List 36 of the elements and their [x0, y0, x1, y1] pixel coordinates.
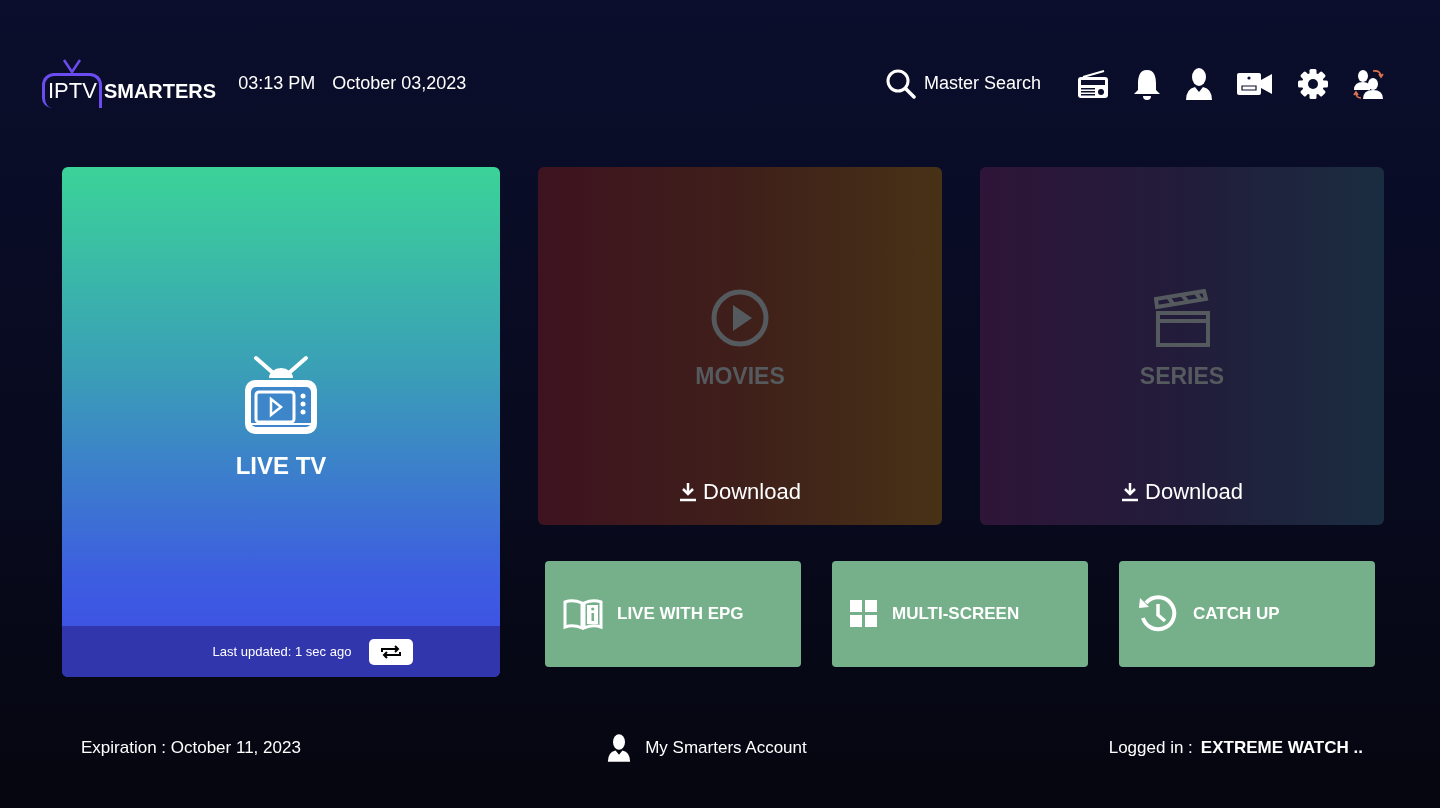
radio-icon[interactable]: [1077, 68, 1109, 99]
video-camera-icon[interactable]: [1237, 71, 1273, 96]
search-icon: [885, 68, 916, 99]
card-title: SERIES: [1139, 363, 1225, 390]
book-info-icon: [563, 598, 603, 630]
user-icon: [607, 734, 632, 762]
card-title: MOVIES: [695, 363, 785, 390]
current-date: October 03,2023: [332, 73, 467, 94]
download-icon: [1121, 482, 1140, 502]
logged-in-user: EXTREME WATCH ..: [1200, 738, 1363, 758]
clock-time: 03:13 PM: [238, 73, 316, 94]
clapperboard-icon: [1154, 289, 1210, 347]
tv-icon: [242, 353, 320, 436]
settings-icon[interactable]: [1297, 67, 1329, 100]
last-updated-text: Last updated: 1 sec ago: [212, 644, 352, 659]
account-link[interactable]: My Smarters Account: [645, 738, 807, 758]
live-tv-card[interactable]: LIVE TV Last updated: 1 sec ago: [62, 167, 500, 677]
master-search-button[interactable]: Master Search: [885, 68, 1041, 99]
expiration-text: Expiration : October 11, 2023: [81, 738, 301, 758]
grid-icon: [850, 600, 878, 628]
download-link[interactable]: Download: [1121, 479, 1243, 505]
bell-icon[interactable]: [1133, 67, 1161, 100]
switch-users-icon[interactable]: [1353, 67, 1385, 100]
download-icon: [679, 482, 698, 502]
play-icon: [711, 289, 769, 347]
refresh-icon: [380, 643, 403, 660]
movies-card[interactable]: MOVIES Download: [538, 167, 942, 525]
series-card[interactable]: SERIES Download: [980, 167, 1384, 525]
logo-text: IPTV: [42, 73, 102, 108]
logo-wordmark: SMARTERS: [103, 80, 217, 103]
refresh-button[interactable]: [369, 638, 414, 665]
user-icon[interactable]: [1185, 67, 1213, 100]
card-title: LIVE TV: [235, 451, 327, 480]
logged-in-label: Logged in :: [1108, 738, 1193, 758]
antenna-icon: [60, 59, 83, 73]
download-link[interactable]: Download: [679, 479, 801, 505]
